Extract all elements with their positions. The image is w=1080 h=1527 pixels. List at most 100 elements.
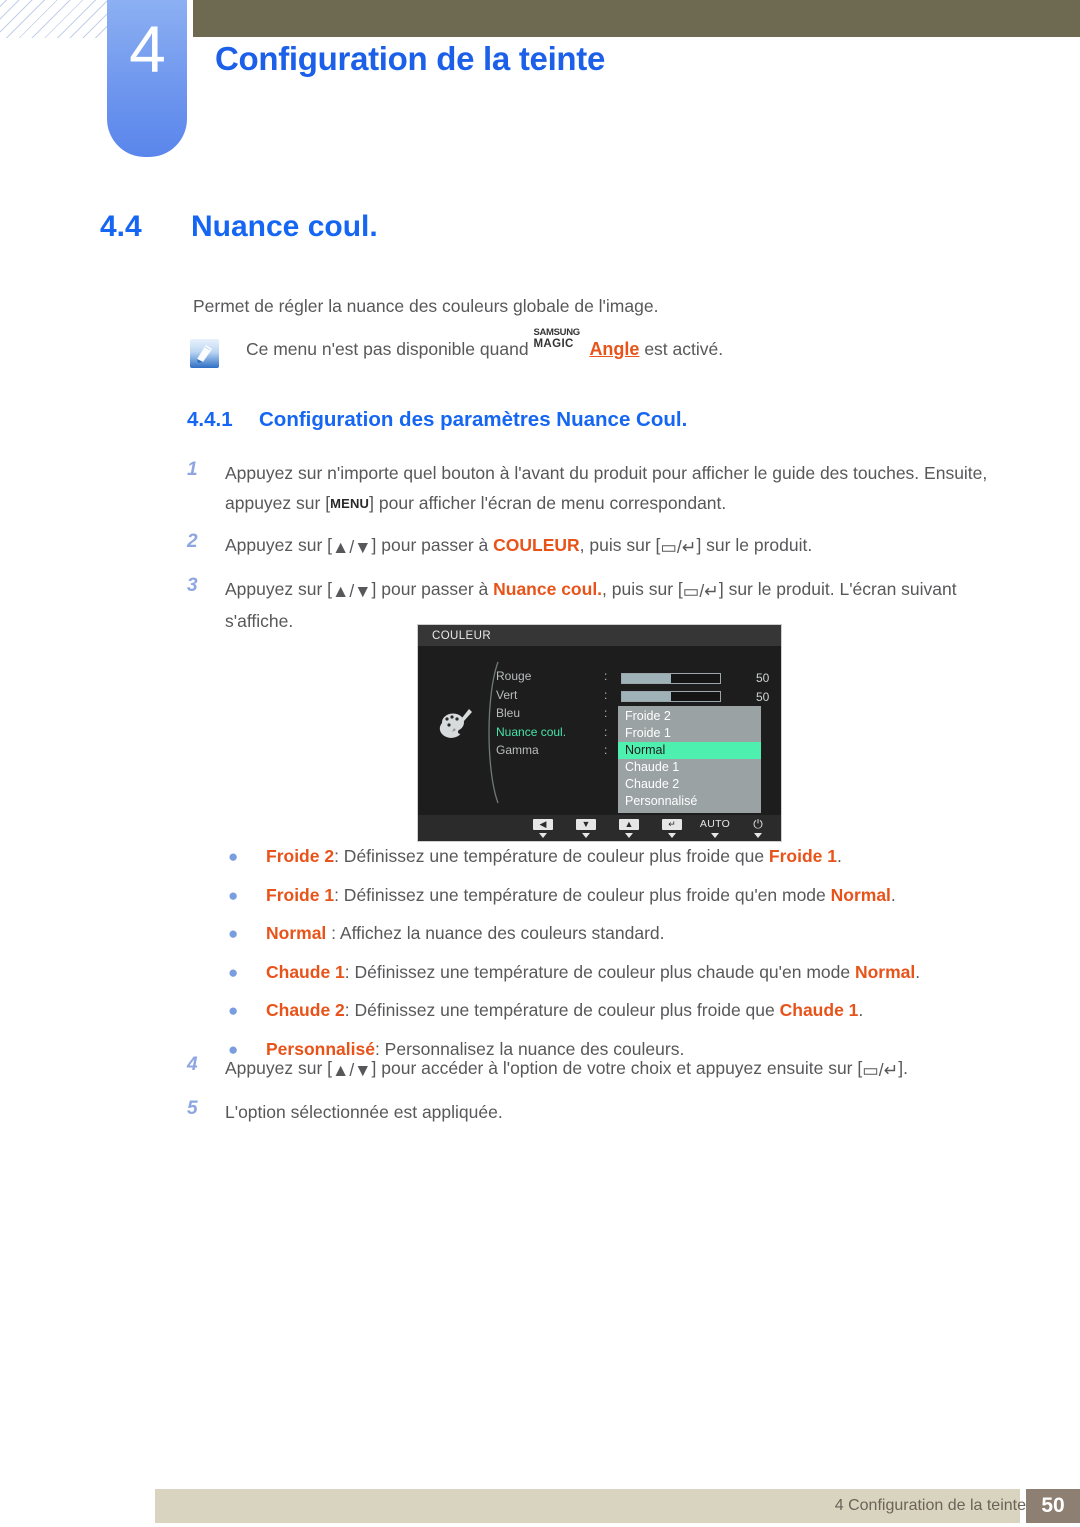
osd-dropdown-option[interactable]: Personnalisé <box>618 793 761 810</box>
step-text: L'option sélectionnée est appliquée. <box>225 1097 503 1127</box>
osd-menu-item[interactable]: Gamma <box>496 741 566 760</box>
step-number: 2 <box>187 531 198 553</box>
bullet-marker: ● <box>228 1001 239 1020</box>
bullet-item: ● Chaude 1: Définissez une température de… <box>228 962 1028 983</box>
bullet-marker: ● <box>228 924 239 943</box>
osd-dropdown-option[interactable]: Chaude 2 <box>618 776 761 793</box>
osd-menu-item[interactable]: Nuance coul. <box>496 723 566 742</box>
auto-label: AUTO <box>699 817 731 830</box>
osd-dropdown-option[interactable]: Froide 1 <box>618 725 761 742</box>
footer-page-number: 50 <box>1026 1489 1080 1523</box>
text-run: ] pour passer à <box>371 579 494 600</box>
step-item: 4 Appuyez sur [▲/▼] pour accéder à l'opti… <box>187 1053 1017 1085</box>
bullet-item: ● Normal : Affichez la nuance des couleur… <box>228 923 1028 944</box>
button-indicator-triangle <box>668 832 676 838</box>
text-run: , puis sur [ <box>602 579 683 600</box>
osd-screenshot: COULEUR Rouge Vert Bleu Nuance coul. Gam… <box>417 624 782 842</box>
down-button[interactable]: ▼ <box>574 818 598 838</box>
osd-dropdown-option[interactable]: Froide 2 <box>618 708 761 725</box>
enter-button[interactable]: ↵ <box>660 818 684 838</box>
osd-button-bar: ◀ ▼ ▲ ↵ AUTO ⏻ <box>418 815 781 841</box>
highlighted-term: Chaude 2 <box>266 1000 345 1020</box>
osd-dropdown-option[interactable]: Normal <box>618 742 761 759</box>
step-number: 3 <box>187 575 198 597</box>
power-button[interactable]: ⏻ <box>746 816 770 838</box>
osd-slider-row[interactable]: 50 <box>621 669 769 688</box>
osd-slider-track[interactable] <box>621 672 721 684</box>
text-run: Appuyez sur [ <box>225 535 332 556</box>
osd-menu-item[interactable]: Vert <box>496 686 566 705</box>
step-item: 1 Appuyez sur n'importe quel bouton à l'a… <box>187 458 1017 518</box>
button-glyph: ▭/↵ <box>862 1060 899 1080</box>
subsection-title: Configuration des paramètres Nuance Coul… <box>259 408 688 431</box>
section-intro: Permet de régler la nuance des couleurs … <box>193 296 659 316</box>
text-run: : Définissez une température de couleur … <box>334 846 769 866</box>
button-glyph: ▲/▼ <box>332 537 372 558</box>
osd-title: COULEUR <box>418 625 781 646</box>
highlighted-term: Chaude 1 <box>266 961 345 982</box>
button-glyph: ▭/↵ <box>660 537 697 558</box>
bullet-text: Froide 2: Définissez une température de … <box>266 846 842 867</box>
subsection-heading: 4.4.1 Configuration des paramètres Nuance… <box>187 408 687 432</box>
text-run: Appuyez sur [ <box>225 579 332 600</box>
highlighted-term: Normal <box>854 961 916 982</box>
note-text-before: Ce menu n'est pas disponible quand <box>246 339 534 359</box>
up-button[interactable]: ▲ <box>617 818 641 838</box>
section-heading: 4.4 Nuance coul. <box>100 210 378 244</box>
osd-sliders: 50 50 <box>621 669 769 706</box>
osd-slider-track[interactable] <box>621 691 721 703</box>
osd-slider-fill <box>622 692 671 702</box>
osd-slider-value: 50 <box>756 689 770 704</box>
button-indicator-triangle <box>539 832 547 838</box>
steps-list-top: 1 Appuyez sur n'importe quel bouton à l'a… <box>187 458 1017 648</box>
options-bullet-list: ● Froide 2: Définissez une température de… <box>228 846 1028 1077</box>
step-text: Appuyez sur n'importe quel bouton à l'av… <box>225 458 1017 518</box>
bullet-text: Chaude 2: Définissez une température de … <box>266 1000 863 1021</box>
osd-dropdown-list[interactable]: Froide 2 Froide 1 Normal Chaude 1 Chaude 2 Pe… <box>618 706 761 813</box>
glyph-char: ◀ <box>539 818 547 829</box>
steps-list-bottom: 4 Appuyez sur [▲/▼] pour accéder à l'opti… <box>187 1053 1017 1139</box>
chapter-title: Configuration de la teinte <box>215 40 606 77</box>
samsung-magic-logo: SAMSUNG MAGIC <box>533 327 589 355</box>
text-run: : Définissez une température de couleur … <box>344 1000 780 1020</box>
osd-dropdown-option[interactable]: Chaude 1 <box>618 759 761 776</box>
manual-page: 4 Configuration de la teinte 4.4 Nuance c… <box>0 0 1080 1527</box>
button-indicator-triangle <box>625 832 633 838</box>
text-run: ] pour passer à <box>371 535 494 556</box>
highlighted-term: Normal <box>266 923 327 943</box>
step-item: 2 Appuyez sur [▲/▼] pour passer à COULEUR… <box>187 530 1017 562</box>
text-run: : Définissez une température de couleur … <box>334 884 831 905</box>
highlighted-term: COULEUR <box>493 535 580 556</box>
bullet-item: ● Froide 1: Définissez une température de… <box>228 885 1028 906</box>
chapter-number: 4 <box>129 12 166 86</box>
section-title: Nuance coul. <box>191 210 378 243</box>
glyph-char: ▲ <box>624 818 634 829</box>
bullet-text: Froide 1: Définissez une température de … <box>266 885 896 906</box>
button-glyph: ▲/▼ <box>332 581 372 602</box>
osd-body: Rouge Vert Bleu Nuance coul. Gamma ::::: 50 5… <box>418 646 781 816</box>
note-pen-icon <box>190 339 219 368</box>
osd-menu-item[interactable]: Rouge <box>496 667 566 686</box>
text-run: ]. <box>898 1058 909 1078</box>
power-icon: ⏻ <box>753 816 763 831</box>
footer-text: 4 Configuration de la teinte <box>834 1497 1026 1514</box>
glyph-char: ↵ <box>668 818 676 829</box>
osd-slider-row[interactable]: 50 <box>621 688 769 707</box>
osd-menu-item[interactable]: Bleu <box>496 704 566 723</box>
step-number: 5 <box>187 1098 198 1120</box>
back-button[interactable]: ◀ <box>531 818 555 838</box>
step-item: 5 L'option sélectionnée est appliquée. <box>187 1097 1017 1127</box>
section-number: 4.4 <box>100 210 142 243</box>
color-palette-icon <box>436 706 480 740</box>
auto-button[interactable]: AUTO <box>699 817 731 838</box>
osd-colon: : <box>604 743 608 757</box>
magic-feature-name: Angle <box>589 339 640 359</box>
osd-slider-fill <box>622 673 671 683</box>
chapter-tab: 4 <box>107 0 187 157</box>
highlighted-term: Chaude 1 <box>779 1000 859 1020</box>
osd-colon: : <box>604 687 608 702</box>
note-text-after: est activé. <box>639 339 724 359</box>
highlighted-term: Froide 1 <box>266 884 335 905</box>
button-indicator-triangle <box>582 832 590 838</box>
header-olive-bar <box>193 0 1080 37</box>
